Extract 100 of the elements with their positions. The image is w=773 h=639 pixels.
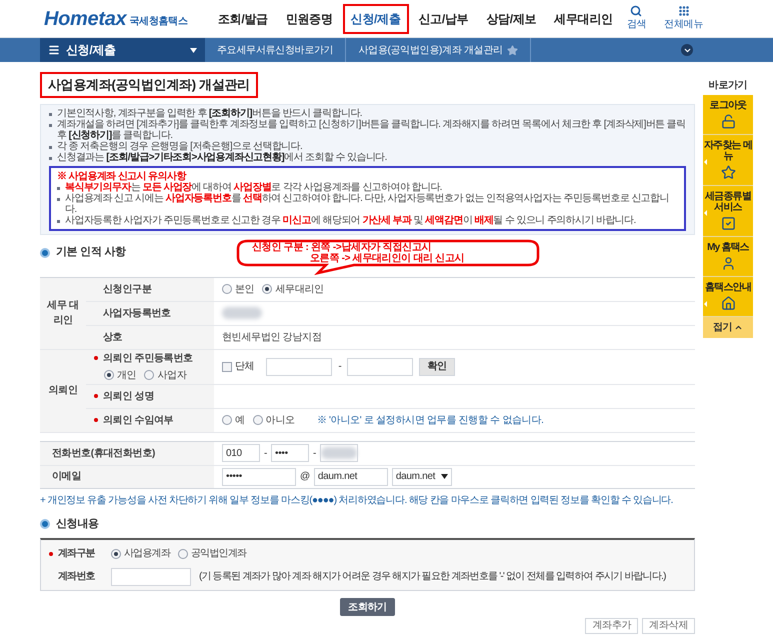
group-label: 의뢰인: [48, 384, 78, 398]
menu-icon: [48, 44, 60, 56]
nav-tab[interactable]: 상담/제보: [478, 4, 544, 34]
domain-dropdown[interactable]: daum.net: [392, 468, 452, 486]
search-button[interactable]: 검색: [626, 5, 646, 32]
bullet-icon: [49, 112, 52, 116]
radio-label: 사업용계좌: [124, 548, 170, 559]
section-title: 신청내용: [56, 516, 99, 532]
breadcrumb-link[interactable]: 사업용(공익법인용)계좌 개설관리: [346, 38, 531, 62]
account-action-button[interactable]: 계좌추가: [585, 618, 638, 634]
search-submit-button[interactable]: 조회하기: [340, 598, 395, 616]
chevron-up-icon: [734, 323, 744, 332]
radio-label: 개인: [117, 368, 136, 382]
guide-text: 각 종 저축은행의 경우 은행명을 [저축은행]으로 선택합니다.: [57, 140, 302, 152]
field-label: 신청인구분: [102, 282, 152, 296]
nav-tab[interactable]: 신고/납부: [410, 4, 476, 34]
nav-tab[interactable]: 세무대리인: [546, 4, 621, 34]
group-label: 세무 대리인: [47, 299, 79, 328]
text-field[interactable]: [320, 444, 358, 462]
text-field[interactable]: •••••: [222, 468, 296, 486]
confirm-button[interactable]: 확인: [419, 358, 455, 376]
text-field[interactable]: [266, 358, 332, 376]
radio-label: 사업자: [157, 368, 187, 382]
at-sign-text: @: [300, 470, 310, 484]
blurred-value: [321, 447, 358, 459]
text-field[interactable]: 010: [222, 444, 260, 462]
field-label: 의뢰인 주민등록번호: [94, 350, 193, 366]
submenu-arrow-icon: [704, 210, 707, 216]
radio-label: 본인: [235, 282, 254, 296]
logo[interactable]: Hometax: [44, 8, 126, 28]
section-bullet-icon: [40, 518, 50, 529]
section-bullet-icon: [40, 248, 50, 258]
quick-menu-item[interactable]: 홈택스안내: [703, 277, 753, 317]
guide-text: 계좌개설을 하려면 [계좌추가]를 클릭한후 계좌정보를 입력하고 [신청하기]버튼을 클릭합니다. 계좌해지를 하려면 목록에서 체크한 후 [계좌삭제]버튼 클릭 후 [신청하기]를 클릭합니다.: [57, 118, 686, 140]
radio-label: 세무대리인: [275, 282, 324, 296]
field-label: 계좌번호: [57, 571, 95, 582]
page-title: 사업용계좌(공익법인계좌) 개설관리: [48, 77, 250, 92]
field-label: 전화번호(휴대전화번호): [52, 446, 156, 460]
nav-tab[interactable]: 민원증명: [278, 4, 341, 34]
radio-button[interactable]: [144, 370, 154, 380]
menu-dropdown[interactable]: 신청/제출: [40, 38, 205, 62]
bullet-icon: [57, 186, 60, 190]
caret-icon: [440, 474, 448, 479]
breadcrumb-link[interactable]: 주요세무서류신청바로가기: [205, 38, 346, 62]
text-field[interactable]: [111, 568, 191, 586]
text-field[interactable]: ••••: [271, 444, 310, 462]
radio-button[interactable]: [222, 415, 232, 425]
lock-icon: [720, 114, 736, 129]
field-label: 의뢰인 성명: [94, 388, 154, 404]
notice-title: ※ 사업용계좌 신고시 유의사항: [57, 170, 186, 182]
callout-text: 신청인 구분 : 왼쪽 ->납세자가 직접신고시 오른쪽 -> 세무대리인이 대리 신고시: [252, 242, 464, 264]
quick-menu-item[interactable]: 자주찾는 메뉴: [703, 135, 753, 186]
separator-text: -: [338, 360, 342, 374]
radio-button[interactable]: [252, 415, 263, 425]
separator-text: -: [264, 446, 268, 460]
privacy-note: + 개인정보 유출 가능성을 사전 차단하기 위해 일부 정보를 마스킹(●●●●) 처리하였습니다. 해당 칸을 마우스로 클릭하면 입력된 정보를 확인할 수 있습니다.: [40, 494, 673, 506]
caret-icon: [190, 48, 197, 52]
blurred-value: [222, 307, 262, 319]
submenu-arrow-icon: [704, 159, 707, 165]
radio-label: 공익법인계좌: [191, 548, 246, 559]
bullet-icon: [57, 220, 60, 222]
bullet-icon: [49, 146, 52, 148]
radio-button[interactable]: [178, 548, 188, 558]
bullet-icon: [49, 124, 52, 126]
text-field[interactable]: [347, 358, 414, 376]
expand-icon[interactable]: [681, 44, 693, 56]
radio-button[interactable]: [222, 284, 232, 294]
field-label: 사업자등록번호: [102, 306, 171, 320]
radio-button[interactable]: [262, 284, 272, 294]
search-icon: [630, 5, 642, 17]
field-label: 이메일: [52, 470, 82, 484]
nav-tab[interactable]: 조회/발급: [210, 4, 276, 34]
section-title: 기본 인적 사항: [56, 245, 126, 260]
grid-icon: [678, 5, 690, 17]
radio-button[interactable]: [111, 548, 121, 558]
fold-button[interactable]: 접기: [703, 317, 753, 338]
checkbox[interactable]: [222, 362, 232, 372]
notice-text: 사업자등록한 사업자가 주민등록번호로 신고한 경우 미신고에 해당되어 가산세 부과 및 세액감면이 배제될 수 있으니 주의하시기 바랍니다.: [65, 214, 636, 226]
all-menu-button[interactable]: 전체메뉴: [664, 5, 703, 32]
notice-text: 복식부기의무자는 모든 사업장에 대하여 사업장별로 각각 사업용계좌를 신고하여야 합니다.: [65, 182, 442, 192]
radio-label: 아니오: [266, 414, 295, 428]
note-text: (기 등록된 계좌가 많아 계좌 해지가 어려운 경우 해지가 필요한 계좌번호를 '-' 없이 전체를 입력하여 주시기 바랍니다.): [199, 571, 666, 582]
quick-menu-item[interactable]: 세금종류별 서비스: [703, 186, 753, 237]
account-action-button[interactable]: 계좌삭제: [642, 618, 695, 634]
quick-menu-item[interactable]: 로그아웃: [703, 95, 753, 135]
checkbox-icon: [720, 216, 736, 231]
bullet-icon: [57, 198, 60, 200]
field-label: 의뢰인 수임여부: [94, 412, 174, 428]
bullet-icon: [49, 156, 52, 160]
separator-text: -: [313, 446, 316, 460]
house-icon: [720, 296, 736, 311]
guide-text: 기본인적사항, 계좌구분을 입력한 후 [조회하기]버튼을 반드시 클릭합니다.: [57, 108, 362, 118]
note-text: ※ '아니오' 로 설정하시면 업무를 진행할 수 없습니다.: [316, 414, 544, 428]
field-label: 상호: [102, 330, 122, 344]
quick-menu-item[interactable]: My 홈택스: [703, 237, 753, 277]
nav-tab[interactable]: 신청/제출: [342, 4, 408, 34]
text-field[interactable]: daum.net: [314, 468, 388, 486]
radio-label: 예: [235, 414, 245, 428]
radio-button[interactable]: [104, 370, 114, 380]
person-icon: [720, 256, 736, 271]
